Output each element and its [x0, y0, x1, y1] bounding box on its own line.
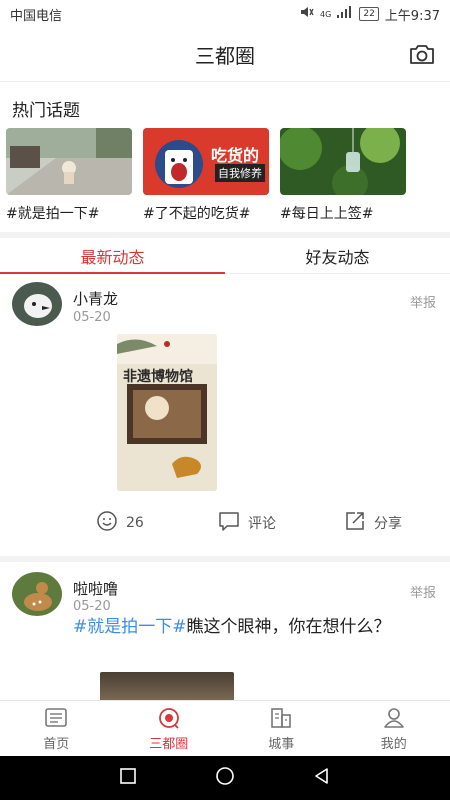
post-body: 瞧这个眼神，你在想什么？ — [186, 617, 391, 637]
title-bar: 三都圈 — [0, 28, 450, 82]
user-icon — [383, 707, 404, 728]
like-count: 26 — [126, 515, 144, 531]
share-button[interactable]: 分享 — [344, 510, 402, 536]
avatar[interactable] — [12, 572, 62, 616]
avatar[interactable] — [12, 282, 62, 326]
post-date: 05-20 — [73, 599, 111, 614]
page-title: 三都圈 — [195, 44, 255, 68]
building-icon — [271, 707, 292, 728]
post-username[interactable]: 小青龙 — [73, 288, 118, 309]
battery-icon: 22 — [359, 7, 379, 21]
tab-latest[interactable]: 最新动态 — [0, 238, 225, 274]
nav-me[interactable]: 我的 — [338, 701, 450, 756]
feed-tabs: 最新动态 好友动态 — [0, 238, 450, 274]
hot-topic-label: #每日上上签# — [280, 206, 374, 222]
hot-topic-card[interactable]: 吃货的 自我修养 #了不起的吃货# — [143, 128, 269, 223]
post-text: #就是拍一下#瞧这个眼神，你在想什么？ — [73, 614, 403, 640]
status-indicators: 4G 22 上午9:37 — [300, 5, 440, 24]
topic-badge-line1: 吃货的 — [211, 146, 260, 165]
post-image[interactable] — [100, 672, 234, 700]
comment-label: 评论 — [248, 516, 276, 532]
tab-friends[interactable]: 好友动态 — [225, 238, 450, 273]
nav-home-label: 首页 — [43, 736, 70, 752]
post-card: 小青龙 05-20 举报 非遗博物馆 26 评论 分享 — [0, 274, 450, 556]
system-nav-bar — [0, 756, 450, 800]
camera-icon[interactable] — [408, 42, 436, 66]
post-date: 05-20 — [73, 310, 111, 325]
carrier-label: 中国电信 — [10, 8, 63, 24]
topic-badge-line2: 自我修养 — [215, 164, 265, 182]
nav-circle[interactable]: 三都圈 — [113, 701, 226, 756]
nav-city-label: 城事 — [268, 736, 295, 752]
comment-icon — [218, 510, 240, 536]
hot-topic-card[interactable]: #每日上上签# — [280, 128, 406, 223]
nav-me-label: 我的 — [380, 736, 407, 752]
report-button[interactable]: 举报 — [410, 292, 436, 311]
hot-topic-label: #了不起的吃货# — [143, 206, 251, 222]
topic-thumbnail — [6, 128, 132, 195]
hot-topic-label: #就是拍一下# — [6, 206, 100, 222]
clock: 上午9:37 — [384, 8, 440, 24]
smile-icon — [96, 510, 118, 536]
topic-thumbnail — [280, 128, 406, 195]
nav-home[interactable]: 首页 — [0, 701, 113, 756]
post-hashtag[interactable]: #就是拍一下# — [73, 617, 187, 637]
bottom-nav: 首页 三都圈 城事 我的 — [0, 700, 450, 756]
share-label: 分享 — [374, 516, 402, 532]
like-button[interactable]: 26 — [96, 510, 144, 536]
news-icon — [45, 707, 68, 727]
home-icon[interactable] — [214, 765, 236, 791]
topic-thumbnail: 吃货的 自我修养 — [143, 128, 269, 195]
nav-city[interactable]: 城事 — [225, 701, 338, 756]
status-bar: 中国电信 4G 22 上午9:37 — [0, 0, 450, 28]
post-image[interactable]: 非遗博物馆 — [117, 334, 217, 491]
post-card: 啦啦噜 05-20 举报 #就是拍一下#瞧这个眼神，你在想什么？ — [0, 562, 450, 700]
recents-icon[interactable] — [118, 766, 138, 790]
hot-topic-card[interactable]: #就是拍一下# — [6, 128, 132, 223]
hot-topics-title: 热门话题 — [12, 101, 80, 121]
post-actions: 26 评论 分享 — [0, 510, 450, 534]
poster-title: 非遗博物馆 — [123, 369, 193, 385]
report-button[interactable]: 举报 — [410, 582, 436, 601]
back-icon[interactable] — [312, 766, 332, 790]
share-icon — [344, 510, 366, 536]
nav-circle-label: 三都圈 — [149, 736, 189, 752]
signal-label: 4G — [320, 9, 332, 19]
signal-icon — [337, 6, 353, 22]
mute-icon — [300, 6, 314, 22]
circle-icon — [158, 707, 179, 729]
hot-topics-section: 热门话题 #就是拍一下# 吃货的 自我修养 #了不起的吃货# #每日上上签# — [0, 82, 450, 232]
post-username[interactable]: 啦啦噜 — [73, 578, 118, 599]
comment-button[interactable]: 评论 — [218, 510, 276, 536]
